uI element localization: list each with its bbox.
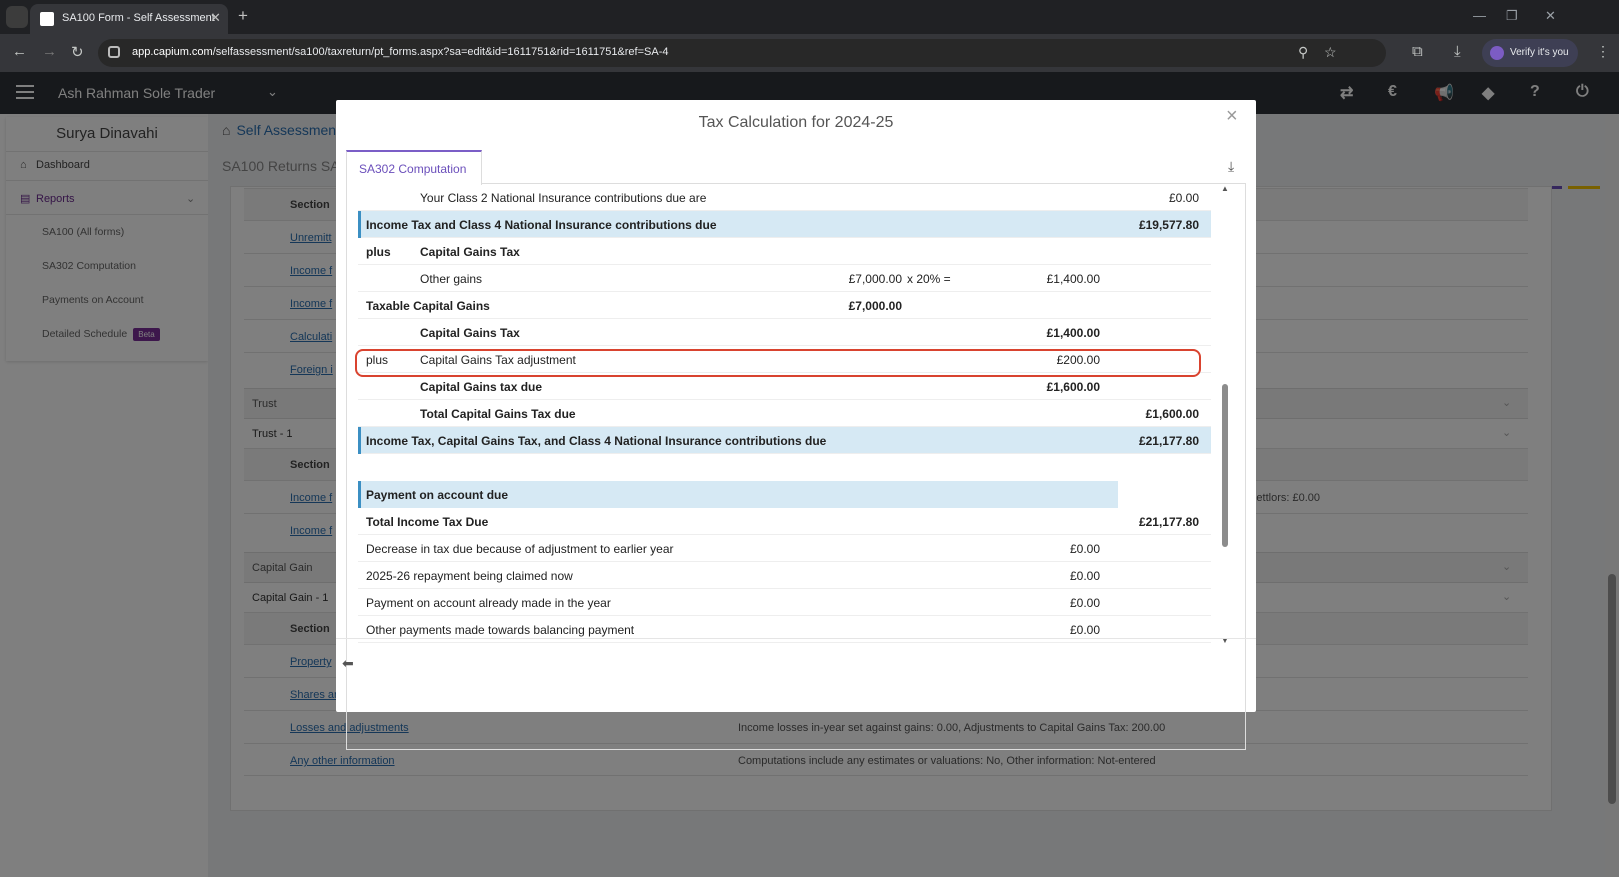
- row-it-cgt-class4: Income Tax, Capital Gains Tax, and Class…: [358, 427, 1211, 454]
- row-payment-on-account-due: Payment on account due: [358, 481, 1118, 508]
- restore-icon[interactable]: ❐: [1506, 8, 1518, 24]
- extensions-icon[interactable]: ⧉: [1412, 43, 1423, 60]
- browser-menu-icon[interactable]: ⋮: [1596, 43, 1610, 60]
- row-total-cgt-due: Total Capital Gains Tax due £1,600.00: [358, 400, 1211, 427]
- close-window-icon[interactable]: ✕: [1545, 8, 1556, 24]
- back-icon[interactable]: ←: [12, 43, 27, 60]
- row-cgt-due: Capital Gains tax due £1,600.00: [358, 373, 1211, 400]
- site-info-icon[interactable]: [108, 46, 120, 58]
- verify-label: Verify it's you: [1510, 47, 1569, 58]
- row-decrease-adjustment: Decrease in tax due because of adjustmen…: [358, 535, 1211, 562]
- minimize-icon[interactable]: —: [1473, 8, 1486, 23]
- favicon-icon: [40, 12, 54, 26]
- row-income-tax-class4: Income Tax and Class 4 National Insuranc…: [358, 211, 1211, 238]
- tab-sa302-computation[interactable]: SA302 Computation: [346, 150, 482, 185]
- url-text: app.capium.com/selfassessment/sa100/taxr…: [132, 46, 669, 58]
- row-plus-cgt: plus Capital Gains Tax: [358, 238, 1211, 265]
- row-capital-gains-tax: Capital Gains Tax £1,400.00: [358, 319, 1211, 346]
- new-tab-icon[interactable]: +: [238, 6, 248, 26]
- row-poa-already-made: Payment on account already made in the y…: [358, 589, 1211, 616]
- row-repayment-claimed: 2025-26 repayment being claimed now £0.0…: [358, 562, 1211, 589]
- close-icon[interactable]: ×: [1226, 105, 1238, 128]
- row-class2-nic: Your Class 2 National Insurance contribu…: [358, 184, 1211, 211]
- download-icon[interactable]: ⤓: [1228, 158, 1234, 175]
- modal-footer: ⬅: [336, 638, 1256, 712]
- row-taxable-capital-gains: Taxable Capital Gains £7,000.00: [358, 292, 1211, 319]
- download-icon[interactable]: ⤓: [1454, 43, 1461, 60]
- row-total-income-tax-due: Total Income Tax Due £21,177.80: [358, 508, 1211, 535]
- bookmark-star-icon[interactable]: ☆: [1324, 44, 1337, 61]
- modal-tabs: SA302 Computation ⤓: [346, 150, 1246, 185]
- browser-tab[interactable]: SA100 Form - Self Assessment ✕: [30, 4, 228, 34]
- verify-profile-button[interactable]: Verify it's you: [1482, 39, 1578, 67]
- zoom-icon[interactable]: ⚲: [1298, 44, 1308, 61]
- close-tab-icon[interactable]: ✕: [210, 10, 221, 26]
- computation-scrollbar[interactable]: ▲ ▼: [1219, 184, 1231, 648]
- avatar: [1490, 46, 1504, 60]
- row-other-gains: Other gains £7,000.00 x 20% = £1,400.00: [358, 265, 1211, 292]
- browser-toolbar: ← → ↻ app.capium.com/selfassessment/sa10…: [0, 34, 1619, 72]
- tab-search-button[interactable]: [6, 6, 28, 28]
- scroll-up-icon[interactable]: ▲: [1221, 184, 1229, 193]
- tab-title: SA100 Form - Self Assessment: [62, 12, 215, 24]
- reload-icon[interactable]: ↻: [71, 43, 84, 61]
- browser-tab-strip: SA100 Form - Self Assessment ✕ + — ❐ ✕: [0, 0, 1619, 34]
- computation-scroll-area[interactable]: Your Class 2 National Insurance contribu…: [347, 184, 1245, 648]
- scrollbar-thumb[interactable]: [1222, 384, 1228, 547]
- back-arrow-icon[interactable]: ⬅: [342, 655, 354, 672]
- modal-title: Tax Calculation for 2024-25: [698, 114, 894, 131]
- forward-icon[interactable]: →: [42, 43, 57, 60]
- tax-calculation-modal: Tax Calculation for 2024-25 × SA302 Comp…: [336, 100, 1256, 750]
- highlight-annotation: [355, 349, 1201, 377]
- address-bar[interactable]: app.capium.com/selfassessment/sa100/taxr…: [98, 39, 1386, 67]
